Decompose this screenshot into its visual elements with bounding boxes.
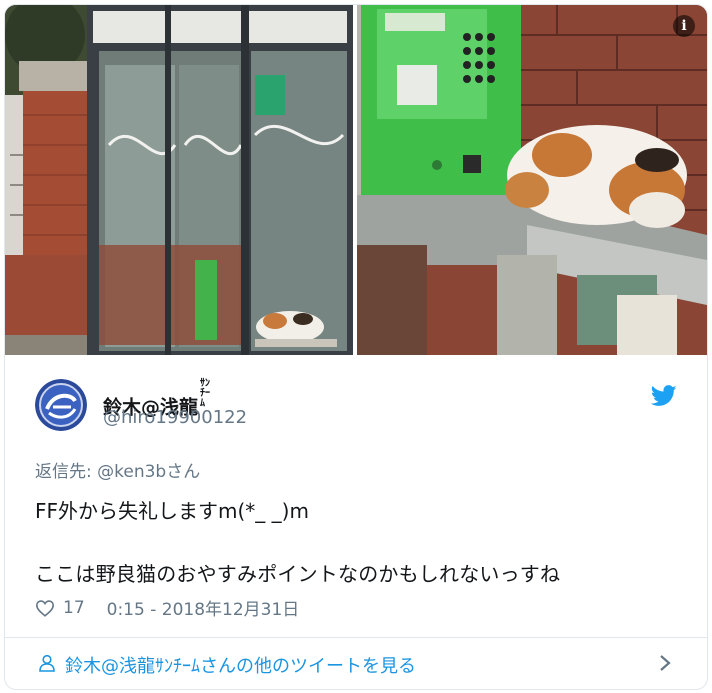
author-handle[interactable]: @hiro19900122 <box>103 407 247 428</box>
reply-context: 返信先: @ken3bさん <box>35 457 200 482</box>
person-icon <box>39 654 55 672</box>
more-tweets-footer[interactable]: 鈴木@浅龍ｻﾝﾁｰﾑさんの他のツイートを見る <box>5 638 707 689</box>
tweet-media[interactable]: i <box>5 5 707 355</box>
tweet-text-line-2: ここは野良猫のおやすみポイントなのかもしれないっすね <box>35 562 561 586</box>
author-name-suffix: ｻﾝﾁｰﾑ <box>200 378 211 409</box>
tweet-header: 鈴木@浅龍ｻﾝﾁｰﾑ @hiro19900122 <box>5 355 707 450</box>
embedded-tweet-card[interactable]: i 鈴木@浅龍ｻﾝﾁｰﾑ @hiro19900122 返信先: @ken3bさん… <box>4 4 708 690</box>
avatar-logo-icon[interactable] <box>35 379 87 431</box>
reply-to-user-link[interactable]: @ken3bさん <box>97 462 200 482</box>
twitter-bird-icon[interactable] <box>651 385 677 407</box>
chevron-right-icon[interactable] <box>659 654 671 672</box>
cat-sleeping-under-payphone-icon <box>357 5 707 355</box>
info-icon[interactable]: i <box>673 15 695 37</box>
like-count[interactable]: 17 <box>63 598 85 618</box>
more-tweets-link[interactable]: 鈴木@浅龍ｻﾝﾁｰﾑさんの他のツイートを見る <box>65 652 416 678</box>
tweet-timestamp[interactable]: 0:15 - 2018年12月31日 <box>107 595 300 620</box>
reply-prefix: 返信先: <box>35 462 98 482</box>
photo-cat-closeup[interactable]: i <box>357 5 707 355</box>
photo-phone-booth[interactable] <box>5 5 353 355</box>
tweet-meta: 17 0:15 - 2018年12月31日 <box>35 595 299 620</box>
phone-booth-with-cat-icon <box>5 5 353 355</box>
tweet-text-line-1: FF外から失礼しますm(*_ _)m <box>35 499 309 523</box>
heart-icon[interactable] <box>35 599 55 617</box>
